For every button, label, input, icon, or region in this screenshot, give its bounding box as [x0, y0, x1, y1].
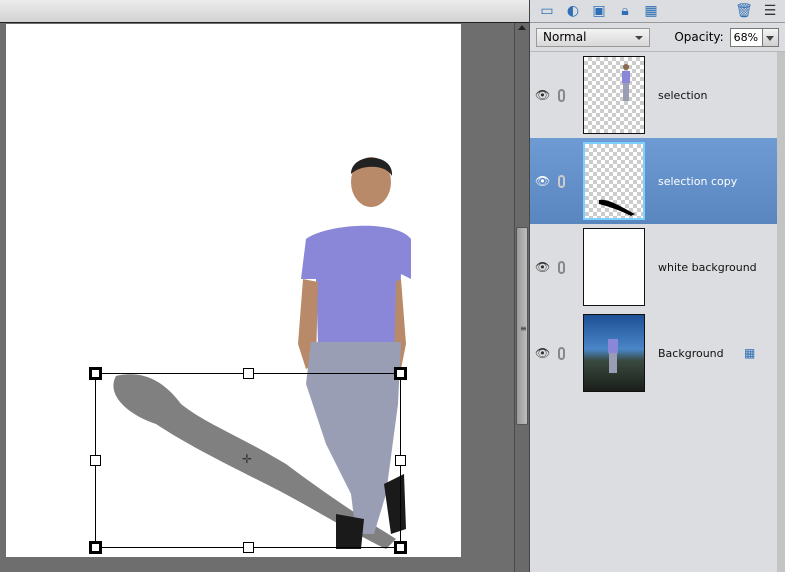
layer-thumbnail	[583, 228, 645, 306]
layer-row-white-background[interactable]: 👁︎ white background	[530, 224, 777, 310]
layer-name: white background	[658, 260, 757, 274]
panel-menu-icon[interactable]: ☰	[761, 2, 779, 20]
transform-handle-top[interactable]	[243, 368, 254, 379]
new-layer-icon[interactable]: ▭	[538, 2, 556, 20]
layer-row-selection-copy[interactable]: 👁︎ selection copy	[530, 138, 777, 224]
transform-handle-bottom-left[interactable]	[89, 541, 102, 554]
lock-all-icon[interactable]: 🔒︎	[616, 2, 634, 20]
eye-icon[interactable]: 👁︎	[535, 346, 550, 360]
image-canvas[interactable]: ✛	[6, 24, 461, 557]
lock-transparency-icon[interactable]: ▦	[642, 2, 660, 20]
document-area: ✛	[0, 23, 514, 572]
eye-icon[interactable]: 👁︎	[535, 174, 550, 188]
opacity-input[interactable]: 68%	[729, 27, 764, 47]
scroll-up-arrow-icon[interactable]	[518, 25, 526, 30]
link-icon[interactable]	[558, 88, 565, 102]
layer-name: selection	[658, 88, 708, 102]
layers-toolbar: ▭ ◐ ▣ 🔒︎ ▦ 🗑︎ ☰	[530, 0, 785, 23]
adjustment-layer-icon[interactable]: ◐	[564, 2, 582, 20]
blend-mode-dropdown[interactable]: Normal	[536, 27, 651, 47]
transform-center-icon[interactable]: ✛	[242, 452, 252, 466]
layers-scrollbar[interactable]	[777, 52, 785, 572]
layer-name: selection copy	[658, 174, 738, 188]
link-icon[interactable]	[558, 346, 565, 360]
link-icon[interactable]	[558, 260, 565, 274]
transform-handle-bottom[interactable]	[243, 542, 254, 553]
link-icon[interactable]	[558, 174, 565, 188]
layer-thumbnail	[583, 56, 645, 134]
transform-handle-top-left[interactable]	[89, 367, 102, 380]
lock-transparency-icon[interactable]: ▦	[744, 346, 755, 360]
layer-row-background[interactable]: 👁︎ Background ▦	[530, 310, 777, 396]
document-tab-bar	[0, 0, 529, 23]
layer-thumbnail	[583, 142, 645, 220]
transform-handle-left[interactable]	[90, 455, 101, 466]
layers-list: 👁︎ selection 👁︎ selection copy 👁︎ white …	[530, 52, 777, 396]
layer-name: Background	[658, 346, 724, 360]
eye-icon[interactable]: 👁︎	[535, 88, 550, 102]
layer-thumbnail	[583, 314, 645, 392]
eye-icon[interactable]: 👁︎	[535, 260, 550, 274]
trash-icon[interactable]: 🗑︎	[735, 2, 753, 20]
layer-mask-icon[interactable]: ▣	[590, 2, 608, 20]
layers-panel: ▭ ◐ ▣ 🔒︎ ▦ 🗑︎ ☰ Normal Opacity: 68% 👁︎ s…	[529, 0, 785, 572]
transform-handle-top-right[interactable]	[394, 367, 407, 380]
blend-mode-value: Normal	[543, 29, 587, 44]
layer-row-selection[interactable]: 👁︎ selection	[530, 52, 777, 138]
transform-handle-bottom-right[interactable]	[394, 541, 407, 554]
opacity-label: Opacity:	[674, 30, 724, 44]
opacity-dropdown-button[interactable]	[763, 27, 779, 47]
document-vertical-scrollbar[interactable]: ≡	[514, 23, 529, 572]
blend-opacity-bar: Normal Opacity: 68%	[530, 23, 785, 52]
chevron-down-icon	[635, 35, 644, 40]
scrollbar-thumb[interactable]: ≡	[516, 227, 528, 425]
transform-handle-right[interactable]	[395, 455, 406, 466]
